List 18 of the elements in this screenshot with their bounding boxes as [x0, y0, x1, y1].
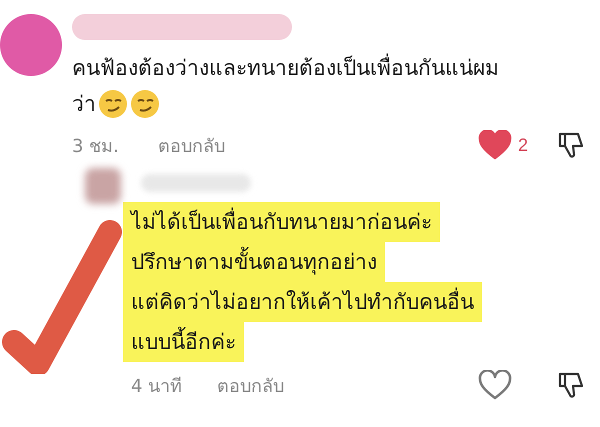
smirk-face-icon [130, 89, 160, 119]
reply-button[interactable]: ตอบกลับ [158, 130, 225, 160]
reply-button[interactable]: ตอบกลับ [217, 370, 284, 400]
heart-icon [478, 130, 512, 160]
comment-text: ปรึกษาตามขั้นตอนทุกอย่าง [131, 242, 377, 282]
comment-time: 4 นาที [131, 374, 184, 398]
comment-text: ไม่ได้เป็นเพื่อนกับทนายมาก่อนค่ะ [131, 202, 432, 242]
smirk-face-icon [98, 89, 128, 119]
like-button[interactable]: 2 [478, 130, 556, 160]
comment-text: คนฟ้องต้องว่างและทนายต้องเป็นเพื่อนกันแน่ผม [72, 50, 499, 86]
dislike-button[interactable] [556, 130, 586, 160]
like-count: 2 [518, 134, 528, 156]
comment-text: ว่า [72, 91, 96, 118]
heart-icon [478, 370, 512, 400]
comment-time: 3 ชม. [72, 134, 120, 158]
comment-text: แบบนี้อีกค่ะ [131, 322, 236, 362]
comment-text: แต่คิดว่าไม่อยากให้เค้าไปทำกับคนอื่น [131, 282, 474, 322]
dislike-button[interactable] [556, 370, 586, 400]
